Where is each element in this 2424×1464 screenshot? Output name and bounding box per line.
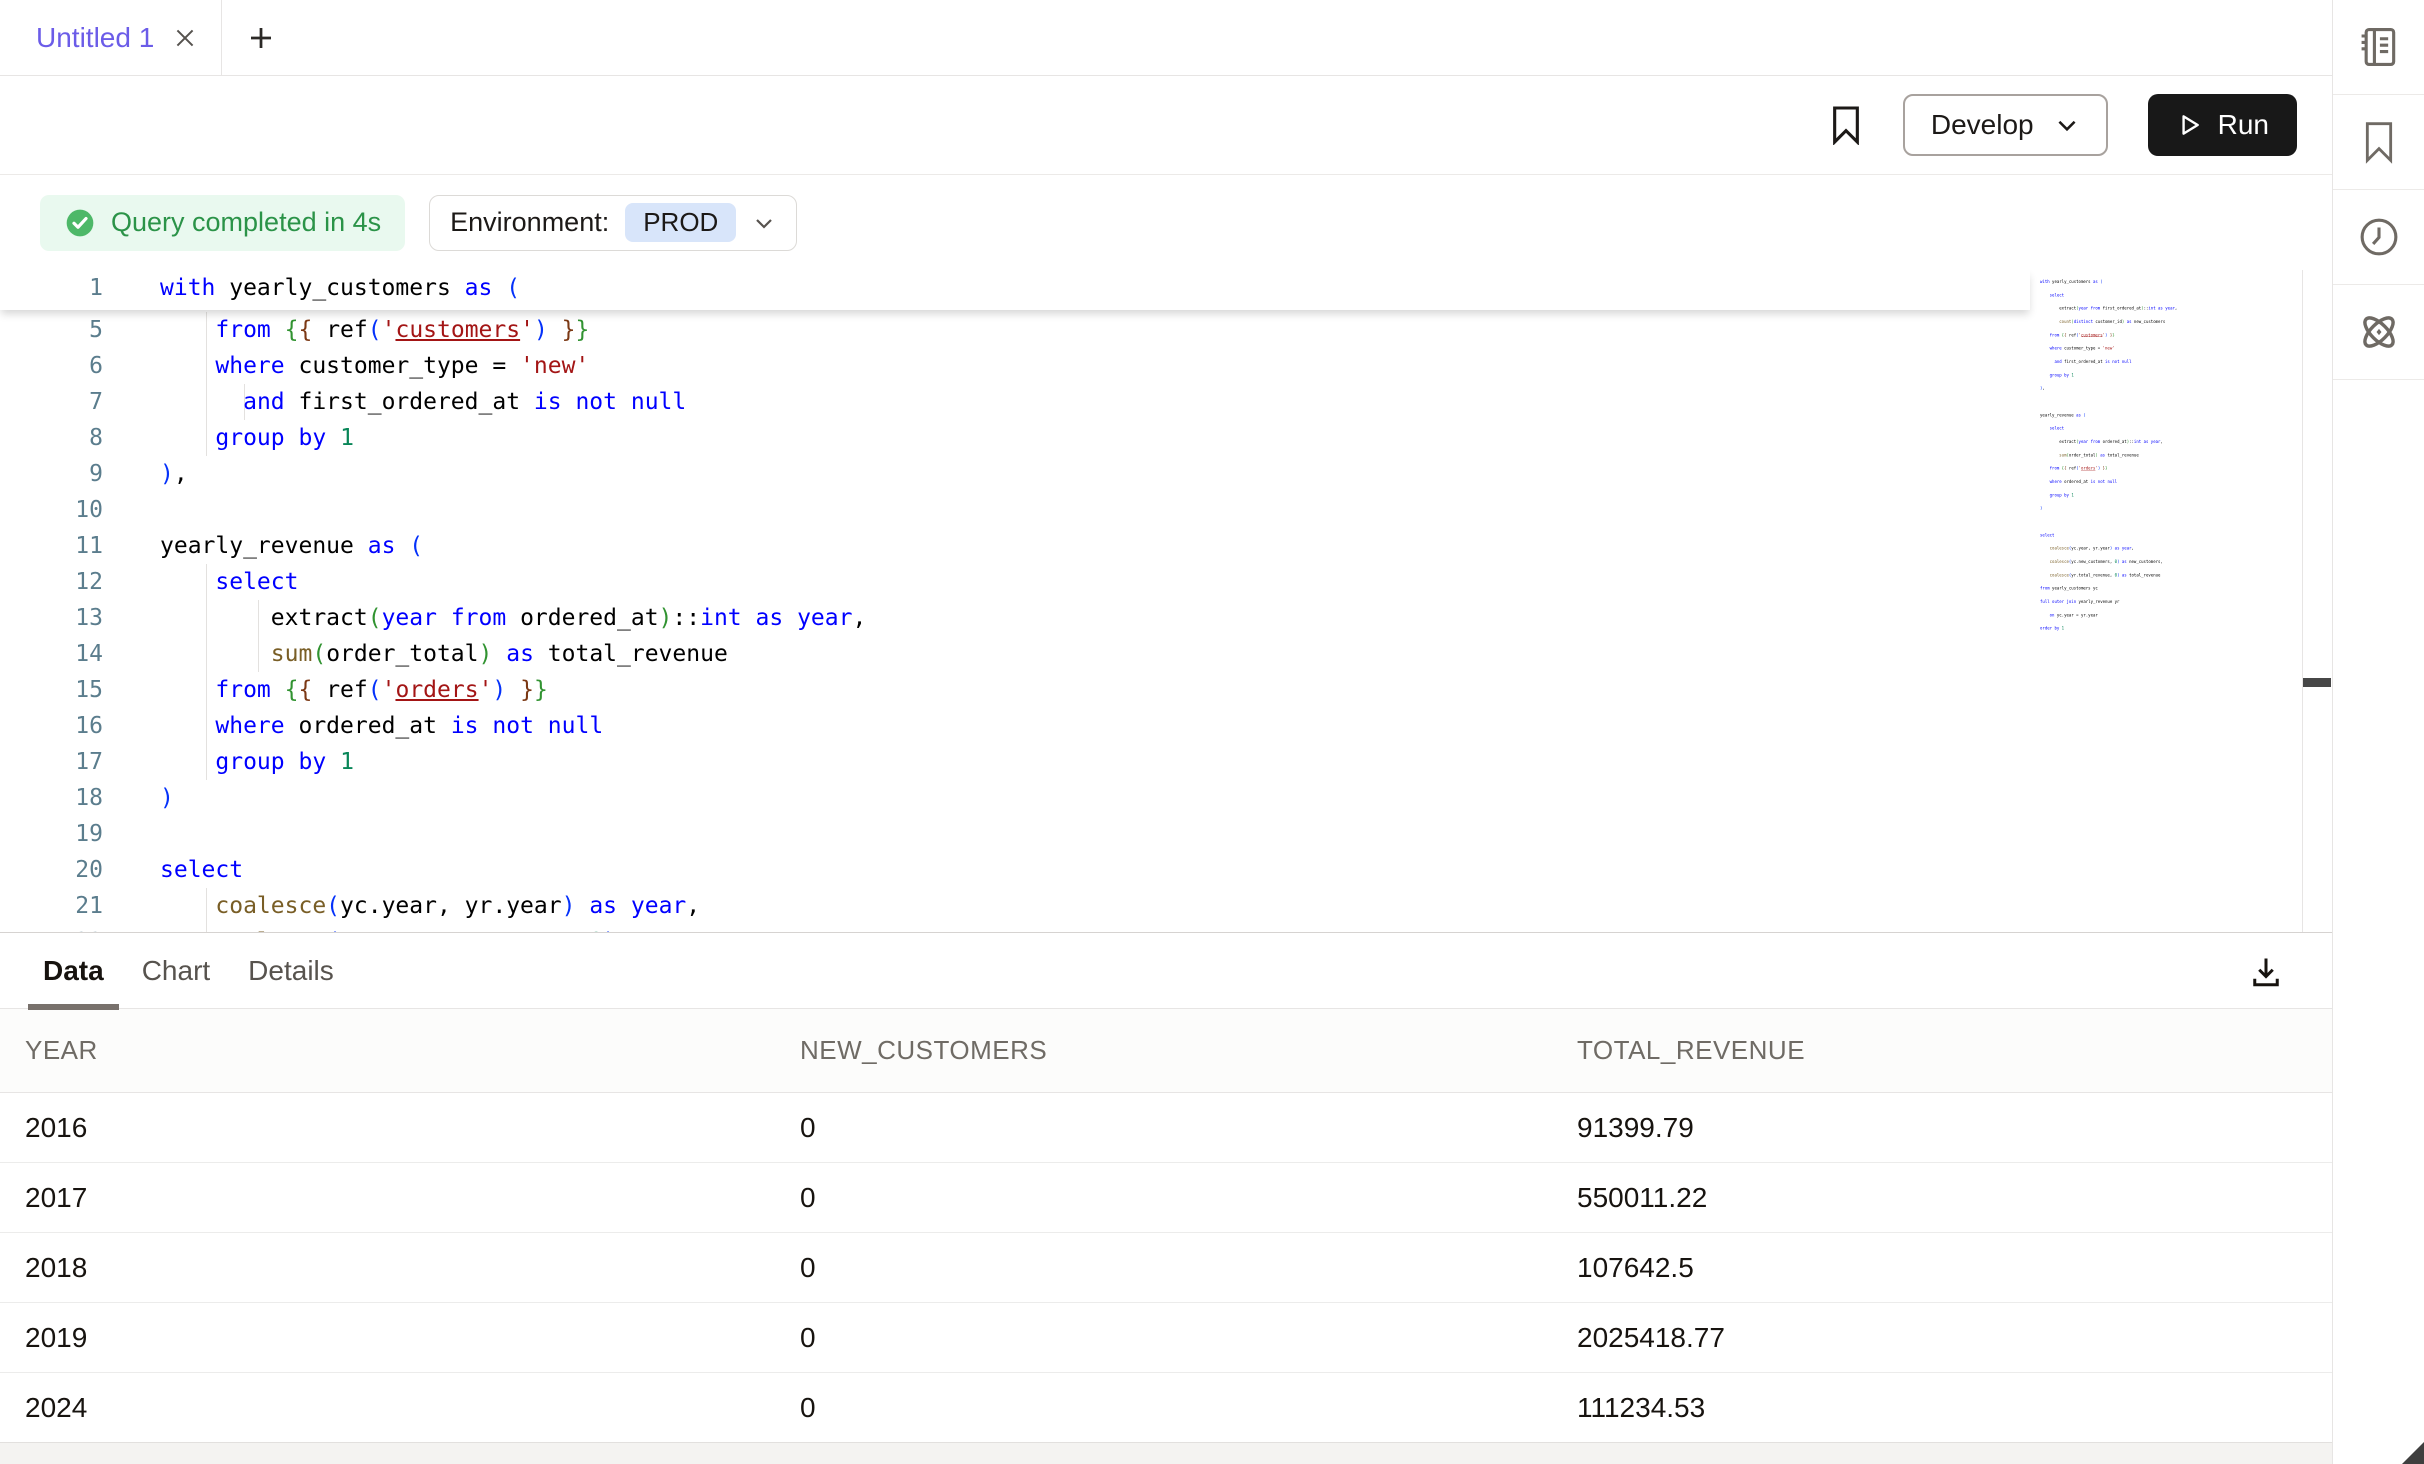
column-header: TOTAL_REVENUE [1577,1035,2332,1066]
code-line: 11yearly_revenue as ( [0,528,2030,564]
status-row: Query completed in 4s Environment: PROD [0,175,2332,270]
check-circle-icon [64,207,96,239]
resize-grip[interactable] [2402,1442,2424,1464]
download-icon [2248,954,2284,990]
table-cell: 2019 [25,1322,800,1354]
code-line: 7 and first_ordered_at is not null [0,384,2030,420]
play-icon [2176,112,2202,138]
history-clock-icon [2357,215,2401,259]
table-cell: 91399.79 [1577,1112,2332,1144]
rail-item-history[interactable] [2333,190,2424,285]
code-line: 15 from {{ ref('orders') }} [0,672,2030,708]
rail-item-bookmarks[interactable] [2333,95,2424,190]
results-tab-bar: Data Chart Details [0,933,2332,1009]
download-results-button[interactable] [2245,951,2287,993]
code-lines: 5 from {{ ref('customers') }}6 where cus… [0,312,2030,932]
editor-minimap[interactable]: with yearly_customers as ( select extrac… [2040,275,2200,655]
table-cell: 2016 [25,1112,800,1144]
results-panel: Data Chart Details YEARNEW_CUSTOMERSTOTA… [0,932,2332,1464]
code-line: 16 where ordered_at is not null [0,708,2030,744]
sql-code-editor[interactable]: 5 from {{ ref('customers') }}6 where cus… [0,270,2332,932]
query-status-text: Query completed in 4s [111,207,381,238]
sticky-scroll-line: 1with yearly_customers as ( [0,270,2030,310]
code-line: 9), [0,456,2030,492]
table-cell: 0 [800,1252,1577,1284]
results-table-body: 2016091399.7920170550011.2220180107642.5… [0,1093,2332,1443]
table-row: 20240111234.53 [0,1373,2332,1443]
tab-close-icon[interactable] [172,25,198,51]
run-label: Run [2218,109,2269,141]
tab-data[interactable]: Data [28,933,119,1009]
environment-label: Environment: [450,207,609,238]
toolbar: Develop Run [0,76,2332,175]
code-line: 18) [0,780,2030,816]
bookmark-icon [2359,120,2399,164]
code-line: 6 where customer_type = 'new' [0,348,2030,384]
new-tab-button[interactable] [222,0,300,75]
code-line: 13 extract(year from ordered_at)::int as… [0,600,2030,636]
tab-untitled-1[interactable]: Untitled 1 [0,0,222,75]
code-line: 21 coalesce(yc.year, yr.year) as year, [0,888,2030,924]
code-line: 20select [0,852,2030,888]
code-line: 14 sum(order_total) as total_revenue [0,636,2030,672]
table-cell: 107642.5 [1577,1252,2332,1284]
table-cell: 0 [800,1322,1577,1354]
table-cell: 2025418.77 [1577,1322,2332,1354]
table-cell: 0 [800,1392,1577,1424]
table-row: 201902025418.77 [0,1303,2332,1373]
tab-details[interactable]: Details [233,933,349,1009]
query-status-badge: Query completed in 4s [40,195,405,251]
table-cell: 0 [800,1112,1577,1144]
right-icon-rail [2332,0,2424,1464]
editor-tab-bar: Untitled 1 [0,0,2332,76]
code-line: 19 [0,816,2030,852]
run-button[interactable]: Run [2148,94,2297,156]
lineage-logo-icon [2356,309,2402,355]
table-cell: 2018 [25,1252,800,1284]
chevron-down-icon [2054,112,2080,138]
code-line: 10 [0,492,2030,528]
app-window: Untitled 1 Develop Run [0,0,2424,1464]
notebook-icon [2357,25,2401,69]
environment-selector[interactable]: Environment: PROD [429,195,797,251]
develop-dropdown-button[interactable]: Develop [1903,94,2108,156]
table-row: 2016091399.79 [0,1093,2332,1163]
tab-chart[interactable]: Chart [127,933,225,1009]
rail-item-notebook[interactable] [2333,0,2424,95]
horizontal-scrollbar-track[interactable] [0,1442,2332,1464]
table-row: 20180107642.5 [0,1233,2332,1303]
table-cell: 0 [800,1182,1577,1214]
tab-label: Untitled 1 [36,22,154,54]
code-line: 1with yearly_customers as ( [0,270,2030,306]
code-line: 12 select [0,564,2030,600]
table-cell: 111234.53 [1577,1392,2332,1424]
table-cell: 2017 [25,1182,800,1214]
table-cell: 550011.22 [1577,1182,2332,1214]
overview-ruler-cursor-marker[interactable] [2303,678,2331,687]
column-header: YEAR [25,1035,800,1066]
bookmark-button[interactable] [1829,105,1863,145]
results-table-header: YEARNEW_CUSTOMERSTOTAL_REVENUE [0,1009,2332,1093]
rail-item-lineage[interactable] [2333,285,2424,380]
code-line: 22 coalesce(yc.new_customers, 0) as new_… [0,924,2030,932]
code-line: 8 group by 1 [0,420,2030,456]
code-line: 17 group by 1 [0,744,2030,780]
environment-value-chip: PROD [625,203,736,242]
chevron-down-icon [752,211,776,235]
table-cell: 2024 [25,1392,800,1424]
column-header: NEW_CUSTOMERS [800,1035,1577,1066]
code-line: 5 from {{ ref('customers') }} [0,312,2030,348]
develop-label: Develop [1931,109,2034,141]
table-row: 20170550011.22 [0,1163,2332,1233]
overview-ruler [2302,270,2303,932]
